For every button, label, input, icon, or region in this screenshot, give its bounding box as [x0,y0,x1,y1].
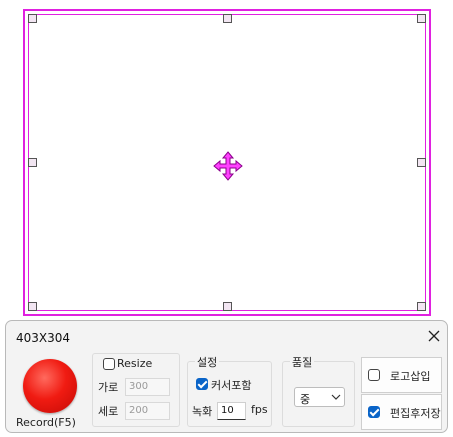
cursor-include-label: 커서포함 [211,379,252,392]
quality-title: 품질 [290,354,315,370]
resize-handle-top-right[interactable] [417,14,426,23]
quality-select[interactable]: 중 [294,387,345,407]
width-field[interactable]: 300 [125,378,170,396]
resize-handle-bottom-left[interactable] [28,302,37,311]
cursor-include-checkbox[interactable] [196,378,208,390]
record-button[interactable] [23,359,77,413]
logo-insert-label: 로고삽입 [390,370,431,383]
move-arrows-icon[interactable] [213,151,243,181]
resize-checkbox[interactable] [103,358,115,370]
fps-input[interactable]: 10 [217,402,246,420]
chevron-down-icon [331,394,341,400]
panel-title: 403X304 [16,331,71,345]
close-icon[interactable] [425,327,443,345]
resize-handle-bottom-right[interactable] [417,302,426,311]
width-label: 가로 [98,381,119,394]
resize-handle-top-center[interactable] [223,14,232,23]
record-fps-label: 녹화 [192,405,213,418]
save-after-edit-button[interactable]: 편집후저장 [361,394,442,430]
resize-handle-bottom-center[interactable] [223,302,232,311]
save-after-edit-checkbox[interactable] [368,406,380,418]
quality-selected-value: 중 [300,393,311,406]
resize-handle-middle-left[interactable] [28,158,37,167]
height-field[interactable]: 200 [125,402,170,420]
logo-insert-checkbox[interactable] [368,369,380,381]
resize-handle-top-left[interactable] [28,14,37,23]
resize-label: Resize [117,357,153,370]
record-label: Record(F5) [16,416,76,429]
save-after-edit-label: 편집후저장 [390,407,441,420]
resize-handle-middle-right[interactable] [417,158,426,167]
fps-unit: fps [251,403,268,416]
height-label: 세로 [98,405,119,418]
logo-insert-button[interactable]: 로고삽입 [361,357,442,393]
settings-title: 설정 [195,354,220,370]
control-panel: 403X304 Record(F5) Resize 가로 300 세로 200 … [5,320,448,433]
